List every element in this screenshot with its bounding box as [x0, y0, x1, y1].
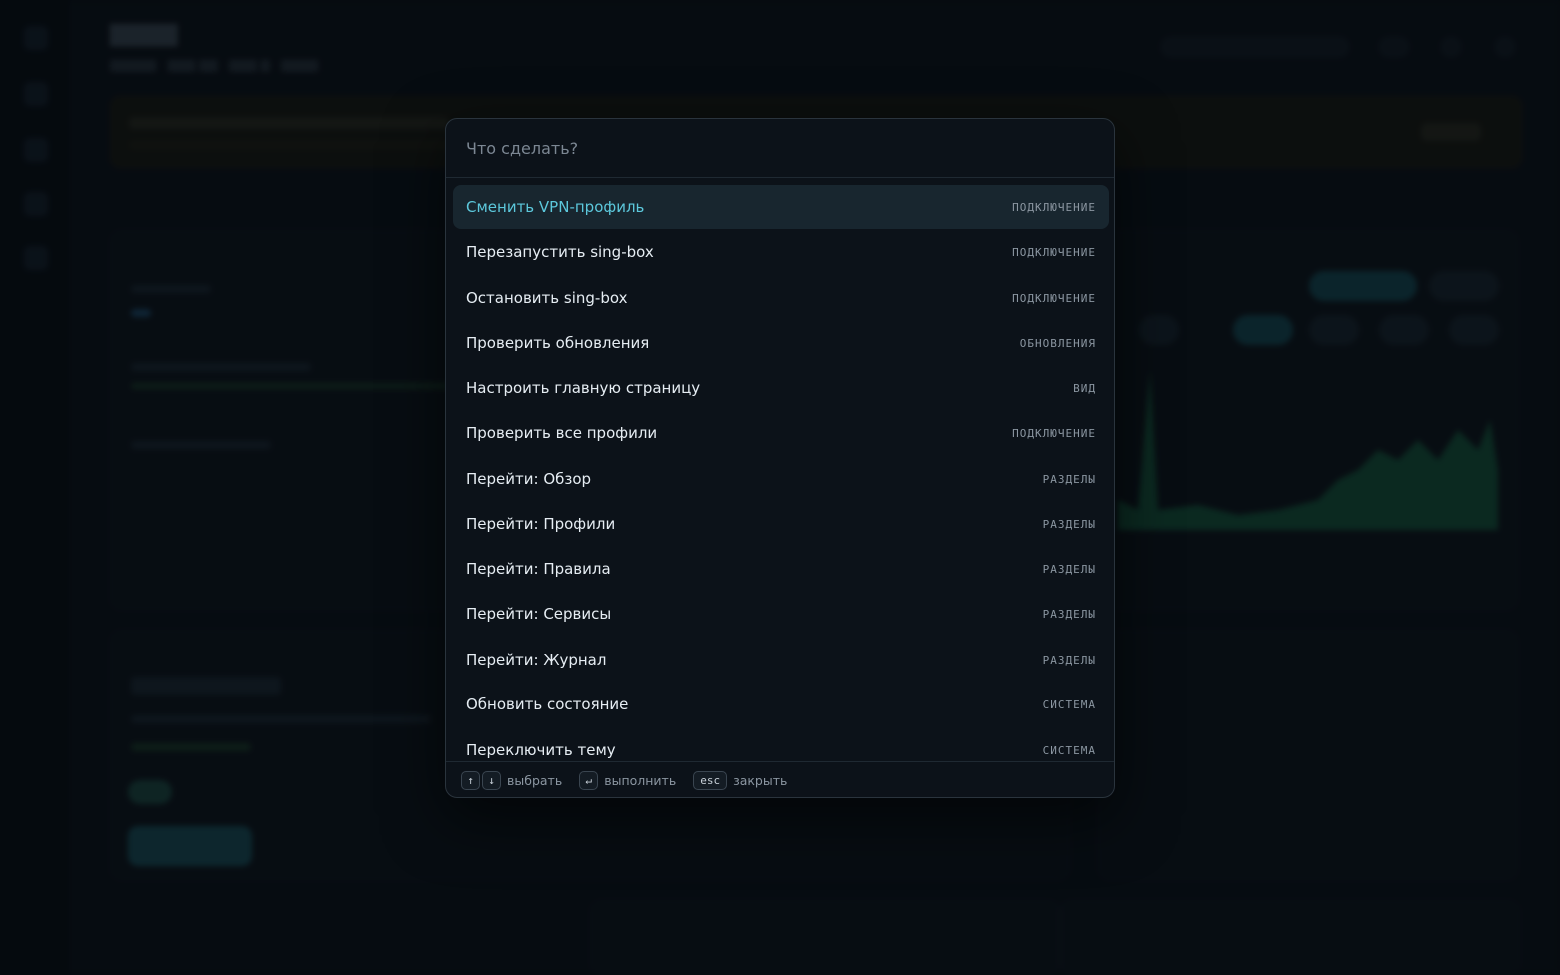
command-label: Перейти: Журнал [466, 651, 607, 669]
command-search-input[interactable] [446, 119, 1114, 178]
command-label: Перейти: Обзор [466, 470, 592, 488]
command-category: РАЗДЕЛЫ [1042, 472, 1096, 486]
command-label: Перейти: Правила [466, 560, 611, 578]
command-item[interactable]: Перейти: Сервисы РАЗДЕЛЫ [453, 592, 1109, 636]
command-category: СИСТЕМА [1042, 697, 1096, 711]
command-category: ПОДКЛЮЧЕНИЕ [1012, 426, 1096, 440]
palette-footer: ↑ ↓ выбрать ↵ выполнить esc закрыть [446, 761, 1114, 797]
command-label: Проверить обновления [466, 334, 650, 352]
command-label: Проверить все профили [466, 424, 658, 442]
command-category: ВИД [1073, 381, 1096, 395]
command-item[interactable]: Перейти: Журнал РАЗДЕЛЫ [453, 638, 1109, 682]
command-item[interactable]: Настроить главную страницу ВИД [453, 366, 1109, 410]
command-category: РАЗДЕЛЫ [1042, 653, 1096, 667]
command-palette: Сменить VPN-профиль ПОДКЛЮЧЕНИЕ Перезапу… [445, 118, 1115, 798]
command-item[interactable]: Перейти: Обзор РАЗДЕЛЫ [453, 457, 1109, 501]
hint-execute: ↵ выполнить [579, 771, 676, 790]
hint-select-label: выбрать [507, 773, 563, 788]
command-item[interactable]: Обновить состояние СИСТЕМА [453, 682, 1109, 726]
hint-select: ↑ ↓ выбрать [461, 771, 562, 790]
command-label: Перейти: Сервисы [466, 605, 612, 623]
esc-key-icon: esc [693, 771, 728, 790]
hint-close-label: закрыть [733, 773, 788, 788]
command-label: Остановить sing-box [466, 289, 628, 307]
command-label: Сменить VPN-профиль [466, 198, 645, 216]
app-root: ▇▇▇▇ ▇▇▇▇▇ · ▇▇▇ ▇▇ · ▇▇▇ ▇ · ▇▇▇▇ [0, 0, 1560, 975]
command-category: РАЗДЕЛЫ [1042, 607, 1096, 621]
command-item[interactable]: Перейти: Правила РАЗДЕЛЫ [453, 547, 1109, 591]
command-category: СИСТЕМА [1042, 743, 1096, 757]
command-label: Обновить состояние [466, 695, 629, 713]
arrow-up-key-icon: ↑ [461, 771, 480, 790]
command-item[interactable]: Переключить тему СИСТЕМА [453, 728, 1109, 761]
command-label: Переключить тему [466, 741, 616, 759]
enter-key-icon: ↵ [579, 771, 599, 790]
command-item[interactable]: Сменить VPN-профиль ПОДКЛЮЧЕНИЕ [453, 185, 1109, 229]
command-category: ПОДКЛЮЧЕНИЕ [1012, 291, 1096, 305]
command-item[interactable]: Остановить sing-box ПОДКЛЮЧЕНИЕ [453, 276, 1109, 320]
command-label: Настроить главную страницу [466, 379, 701, 397]
command-label: Перезапустить sing-box [466, 243, 654, 261]
command-category: РАЗДЕЛЫ [1042, 517, 1096, 531]
hint-execute-label: выполнить [604, 773, 677, 788]
command-list: Сменить VPN-профиль ПОДКЛЮЧЕНИЕ Перезапу… [446, 179, 1114, 761]
command-category: ПОДКЛЮЧЕНИЕ [1012, 245, 1096, 259]
command-item[interactable]: Проверить все профили ПОДКЛЮЧЕНИЕ [453, 411, 1109, 455]
command-item[interactable]: Проверить обновления ОБНОВЛЕНИЯ [453, 321, 1109, 365]
command-category: РАЗДЕЛЫ [1042, 562, 1096, 576]
command-item[interactable]: Перейти: Профили РАЗДЕЛЫ [453, 502, 1109, 546]
command-item[interactable]: Перезапустить sing-box ПОДКЛЮЧЕНИЕ [453, 230, 1109, 274]
arrow-down-key-icon: ↓ [482, 771, 501, 790]
command-label: Перейти: Профили [466, 515, 616, 533]
command-category: ОБНОВЛЕНИЯ [1019, 336, 1096, 350]
command-category: ПОДКЛЮЧЕНИЕ [1012, 200, 1096, 214]
hint-close: esc закрыть [693, 771, 787, 790]
